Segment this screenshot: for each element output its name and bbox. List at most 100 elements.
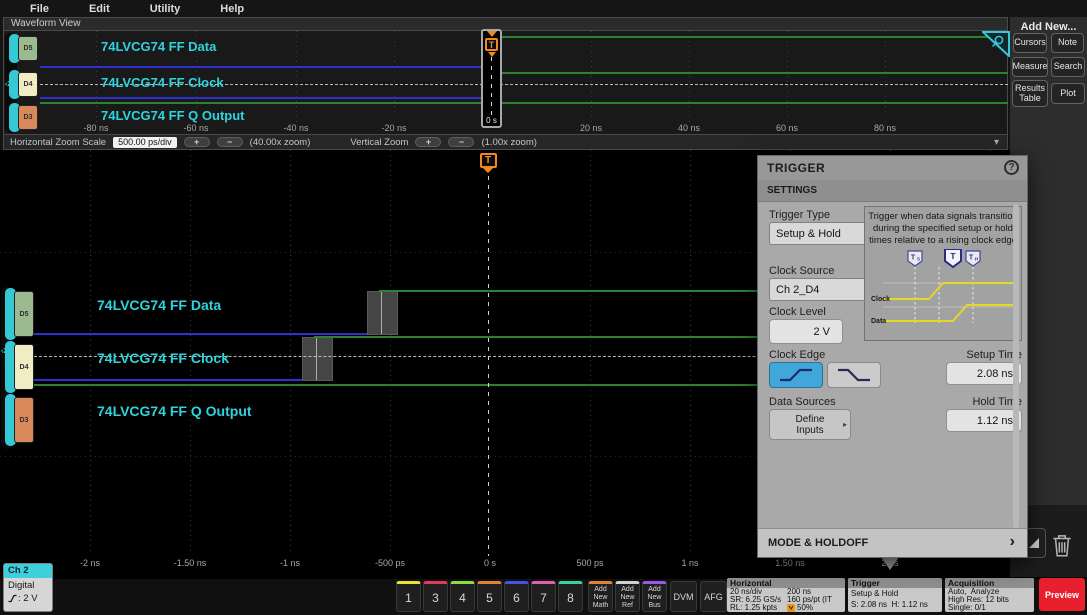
channel-badge-d3[interactable]: D3 [18,105,38,130]
gridline-v [96,31,97,123]
setup-time-field[interactable]: 2.08 ns [946,362,1022,385]
chevron-down-icon[interactable]: ▾ [994,137,999,148]
vertical-zoom-label: Vertical Zoom [350,137,408,148]
channel-6-button[interactable]: 6 [504,581,529,612]
waveform-overview: ‹2 D5 D4 D3 74LVCG74 FF Data 74LVCG74 FF… [3,30,1008,135]
channel-badge-label: D3 [14,397,34,443]
horizontal-status-box[interactable]: Horizontal 20 ns/div200 ns SR: 6.25 GS/s… [727,578,845,612]
horizontal-position-icon [787,604,795,612]
axis-tick: 20 ns [580,123,602,133]
panel-scrollbar[interactable] [1013,204,1019,529]
h-zoom-plus-button[interactable]: + [184,137,210,147]
menu-help[interactable]: Help [220,3,244,15]
channel-badge-label: D4 [14,344,34,390]
axis-tick: -80 ns [83,123,108,133]
channel-7-button[interactable]: 7 [531,581,556,612]
waveform-view-title: Waveform View [3,17,1008,30]
trigger-position-line [491,57,492,116]
preview-button[interactable]: Preview [1039,578,1085,611]
clock-level-field[interactable]: 2 V [769,319,843,344]
add-new-ref-button[interactable]: Add New Ref [615,581,640,612]
draw-zoom-box-icon[interactable] [982,31,1010,57]
add-plot-button[interactable]: Plot [1051,83,1085,104]
channel-4-button[interactable]: 4 [450,581,475,612]
setup-time-marker-icon: T S [908,251,922,266]
data-waveform-low [40,66,491,68]
tab-settings[interactable]: SETTINGS [758,180,1027,202]
channel-badge-d4[interactable]: D4 [18,72,38,97]
acquisition-status-box[interactable]: Acquisition Auto, Analyze High Res: 12 b… [945,578,1034,612]
setup-hold-diagram: Clock Data T S T T H [869,249,1017,329]
data-sources-label: Data Sources [769,396,836,408]
channel-badge-d5[interactable]: D5 [14,291,34,337]
expand-icon: ▸ [843,420,847,429]
add-new-math-button[interactable]: Add New Math [588,581,613,612]
trigger-panel-header[interactable]: TRIGGER ? [758,156,1027,181]
mode-holdoff-section[interactable]: MODE & HOLDOFF › [758,528,1027,557]
clock-source-value: Ch 2_D4 [776,284,819,296]
v-zoom-minus-button[interactable]: − [448,137,474,147]
menu-edit[interactable]: Edit [89,3,110,15]
axis-tick: -500 ps [375,558,405,568]
gridline-v [90,150,91,555]
h-zoom-minus-button[interactable]: − [217,137,243,147]
channel-2-badge[interactable]: Ch 2 Digital : 2 V [3,563,53,612]
trigger-marker[interactable]: T [485,38,498,51]
hold-time-field[interactable]: 1.12 ns [946,409,1022,432]
gridline-v [787,31,788,123]
channel-badge-d5[interactable]: D5 [18,36,38,61]
add-note-button[interactable]: Note [1051,33,1084,53]
trigger-status-title: Trigger [848,578,942,588]
clock-edge-rising-button[interactable] [769,362,823,388]
zoom-window-handle[interactable]: T 0 s [481,29,502,128]
axis-tick: 500 ps [576,558,603,568]
clock-waveform-low [40,97,491,99]
threshold-icon [8,594,17,603]
add-results-table-button[interactable]: Results Table [1012,80,1048,107]
h-zoom-factor: (40.00x zoom) [250,137,311,148]
clock-edge-falling-button[interactable] [827,362,881,388]
trash-icon[interactable] [1050,531,1074,559]
trigger-position-marker[interactable]: T [479,153,497,173]
channel-2-name: Ch 2 [4,564,52,578]
channel-badge-label: D4 [18,72,38,97]
add-cursors-button[interactable]: Cursors [1013,33,1047,53]
channel-label-q-output: 74LVCG74 FF Q Output [97,403,252,419]
channel-1-button[interactable]: 1 [396,581,421,612]
channel-badge-label: D3 [18,105,38,130]
axis-tick: 1 ns [681,558,698,568]
gridline-v [290,150,291,555]
channel-5-button[interactable]: 5 [477,581,502,612]
channel-8-button[interactable]: 8 [558,581,583,612]
menu-utility[interactable]: Utility [150,3,181,15]
svg-text:T: T [969,255,974,262]
trigger-flag-icon [483,168,493,173]
afg-button[interactable]: AFG [700,581,727,612]
axis-tick: -20 ns [381,123,406,133]
channel-badge-d4[interactable]: D4 [14,344,34,390]
gridline-v [590,150,591,555]
add-measure-button[interactable]: Measure [1012,57,1048,77]
trigger-flag-icon [487,31,497,37]
falling-edge-icon [834,366,874,384]
trigger-marker: T [480,153,497,168]
trigger-status-box[interactable]: Trigger Setup & Hold S: 2.08 ns H: 1.12 … [848,578,942,612]
menu-file[interactable]: File [30,3,49,15]
trigger-description-box: Trigger when data signals transition dur… [864,206,1022,341]
record-length: RL: 1.25 kpts [730,604,787,612]
help-icon[interactable]: ? [1004,160,1019,175]
define-inputs-button[interactable]: Define Inputs ▸ [769,409,851,440]
setup-time-label: Setup Time [922,349,1022,361]
transition-edge [316,338,317,380]
v-zoom-plus-button[interactable]: + [415,137,441,147]
add-new-bus-button[interactable]: Add New Bus [642,581,667,612]
channel-3-button[interactable]: 3 [423,581,448,612]
dvm-button[interactable]: DVM [670,581,697,612]
axis-tick: 1.50 ns [775,558,805,568]
add-search-button[interactable]: Search [1051,57,1085,77]
horizontal-zoom-scale-label: Horizontal Zoom Scale [10,137,106,148]
channel-badge-d3[interactable]: D3 [14,397,34,443]
axis-tick: 0 s [486,116,497,126]
gridline-v [394,31,395,123]
horizontal-zoom-scale-input[interactable]: 500.00 ps/div [113,137,177,148]
